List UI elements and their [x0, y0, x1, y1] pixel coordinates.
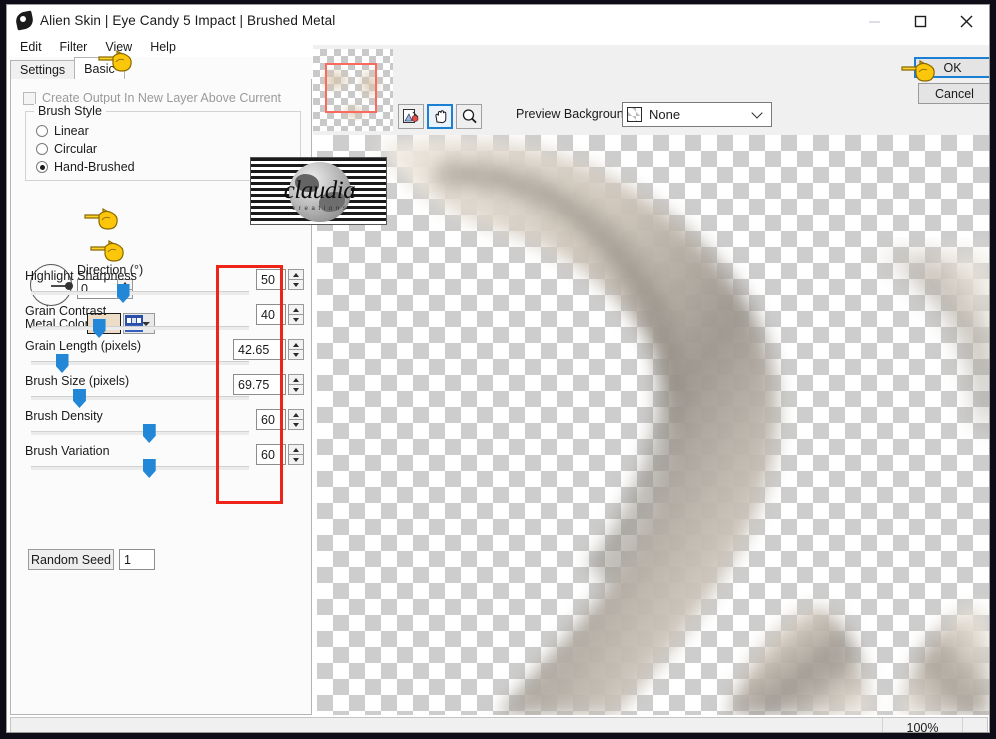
- preview-canvas[interactable]: [317, 135, 989, 715]
- brushed-metal-preview: [377, 137, 989, 715]
- slider-spinner[interactable]: [288, 269, 304, 290]
- radio-option-linear[interactable]: Linear: [36, 124, 89, 138]
- magnifier-icon: [462, 109, 477, 124]
- radio-option-circular[interactable]: Circular: [36, 142, 97, 156]
- transparency-swatch-icon: [627, 107, 642, 122]
- spinner-up[interactable]: [288, 444, 304, 454]
- status-zoom-level: 100%: [883, 718, 963, 732]
- application-window: Alien Skin | Eye Candy 5 Impact | Brushe…: [6, 4, 990, 733]
- tab-basic[interactable]: Basic: [74, 57, 125, 79]
- spinner-down[interactable]: [288, 279, 304, 290]
- slider-spinner[interactable]: [288, 339, 304, 360]
- claudia-watermark: claudia c r e a t i o n s: [250, 157, 387, 225]
- radio-linear-icon: [36, 125, 48, 137]
- slider-value-input[interactable]: 42.65: [233, 339, 286, 360]
- slider-value-input[interactable]: 60: [256, 409, 286, 430]
- spinner-up[interactable]: [288, 304, 304, 314]
- radio-hand-brushed-label: Hand-Brushed: [54, 160, 135, 174]
- maximize-button[interactable]: [897, 5, 943, 37]
- watermark-subtitle: c r e a t i o n s: [292, 206, 347, 212]
- slider-track[interactable]: [31, 431, 249, 435]
- slider-thumb[interactable]: [116, 284, 130, 303]
- preview-background-label: Preview Background:: [516, 107, 635, 121]
- spinner-up[interactable]: [288, 409, 304, 419]
- brush-style-legend: Brush Style: [34, 104, 106, 118]
- title-bar: Alien Skin | Eye Candy 5 Impact | Brushe…: [7, 5, 989, 37]
- slider-spinner[interactable]: [288, 374, 304, 395]
- slider-spinner[interactable]: [288, 409, 304, 430]
- create-output-label: Create Output In New Layer Above Current: [42, 91, 282, 105]
- slider-label: Brush Size (pixels): [25, 374, 130, 388]
- preview-background-select[interactable]: None: [622, 102, 772, 127]
- alien-skin-icon: [14, 10, 35, 31]
- slider-spinner[interactable]: [288, 444, 304, 465]
- slider-value-input[interactable]: 40: [256, 304, 286, 325]
- radio-option-hand-brushed[interactable]: Hand-Brushed: [36, 160, 135, 174]
- slider-value-input[interactable]: 60: [256, 444, 286, 465]
- chevron-down-icon: [142, 321, 150, 326]
- slider-track[interactable]: [31, 396, 249, 400]
- create-output-row[interactable]: Create Output In New Layer Above Current: [23, 91, 281, 105]
- watermark-brand: claudia: [283, 177, 356, 204]
- radio-linear-label: Linear: [54, 124, 89, 138]
- tab-strip: Settings Basic: [10, 57, 312, 79]
- spinner-down[interactable]: [288, 419, 304, 430]
- spinner-down[interactable]: [288, 454, 304, 465]
- spinner-down[interactable]: [288, 384, 304, 395]
- spinner-down[interactable]: [288, 314, 304, 325]
- zoom-tool-button[interactable]: [456, 104, 482, 129]
- slider-track[interactable]: [31, 326, 249, 330]
- status-resize-grip: [963, 718, 987, 732]
- minimize-button[interactable]: [851, 5, 897, 37]
- window-controls: [851, 5, 989, 36]
- close-button[interactable]: [943, 5, 989, 37]
- slider-track[interactable]: [31, 291, 249, 295]
- spinner-down[interactable]: [288, 349, 304, 360]
- ok-button[interactable]: OK: [914, 57, 989, 78]
- slider-thumb[interactable]: [142, 424, 156, 443]
- radio-hand-brushed-icon: [36, 161, 48, 173]
- status-bar: 100%: [10, 717, 988, 732]
- chevron-down-icon: [751, 107, 763, 119]
- slider-spinner[interactable]: [288, 304, 304, 325]
- radio-circular-icon: [36, 143, 48, 155]
- slider-value-input[interactable]: 69.75: [233, 374, 286, 395]
- slider-thumb[interactable]: [55, 354, 69, 373]
- hand-icon: [434, 110, 446, 124]
- create-output-checkbox[interactable]: [23, 91, 36, 105]
- radio-circular-label: Circular: [54, 142, 98, 156]
- status-message: [11, 718, 883, 732]
- window-title: Alien Skin | Eye Candy 5 Impact | Brushe…: [40, 13, 336, 28]
- spinner-up[interactable]: [288, 269, 304, 279]
- slider-label: Grain Contrast: [25, 304, 107, 318]
- slider-label: Brush Density: [25, 409, 103, 423]
- menu-item-help[interactable]: Help: [146, 39, 185, 55]
- slider-label: Highlight Sharpness: [25, 269, 137, 283]
- compare-icon: [403, 109, 419, 123]
- preview-background-value: None: [649, 107, 681, 122]
- spinner-up[interactable]: [288, 339, 304, 349]
- menu-item-view[interactable]: View: [101, 39, 141, 55]
- spinner-up[interactable]: [288, 374, 304, 384]
- slider-value-input[interactable]: 50: [256, 269, 286, 290]
- slider-thumb[interactable]: [72, 389, 86, 408]
- pan-tool-button[interactable]: [427, 104, 453, 129]
- menu-item-edit[interactable]: Edit: [16, 39, 51, 55]
- compare-tool-button[interactable]: [398, 104, 424, 129]
- slider-thumb[interactable]: [92, 319, 106, 338]
- navigator-thumbnail[interactable]: [313, 49, 393, 131]
- navigator-viewport-rect[interactable]: [325, 63, 377, 113]
- tab-settings[interactable]: Settings: [10, 60, 76, 79]
- slider-thumb[interactable]: [142, 459, 156, 478]
- menu-item-filter[interactable]: Filter: [56, 39, 97, 55]
- slider-label: Brush Variation: [25, 444, 110, 458]
- cancel-button[interactable]: Cancel: [918, 83, 989, 104]
- random-seed-input[interactable]: 1: [119, 549, 155, 570]
- random-seed-button[interactable]: Random Seed: [28, 549, 114, 570]
- slider-track[interactable]: [31, 466, 249, 470]
- slider-label: Grain Length (pixels): [25, 339, 142, 353]
